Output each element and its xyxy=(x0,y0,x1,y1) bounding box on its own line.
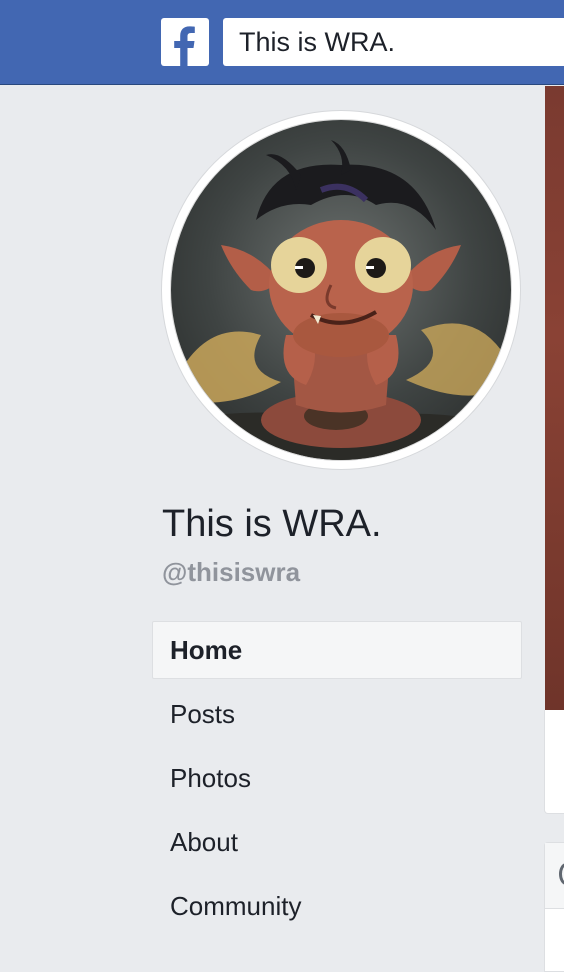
nav-item-posts[interactable]: Posts xyxy=(152,685,522,743)
facebook-logo-icon[interactable] xyxy=(161,18,209,66)
side-card-edge xyxy=(544,842,564,972)
nav-item-home[interactable]: Home xyxy=(152,621,522,679)
nav-item-photos[interactable]: Photos xyxy=(152,749,522,807)
page-username[interactable]: @thisiswra xyxy=(162,557,532,591)
page-title: This is WRA. xyxy=(162,503,382,545)
facebook-f-glyph xyxy=(174,26,195,66)
profile-picture-frame[interactable] xyxy=(162,111,520,469)
nav-item-community[interactable]: Community xyxy=(152,877,522,935)
card-header-glyph-icon xyxy=(559,863,564,885)
profile-picture[interactable] xyxy=(170,119,512,461)
cover-photo-edge[interactable] xyxy=(545,86,564,710)
side-card-header xyxy=(545,843,564,909)
top-bar xyxy=(0,0,564,85)
nav-item-about[interactable]: About xyxy=(152,813,522,871)
search-input[interactable] xyxy=(223,18,564,66)
page-actions-card-edge xyxy=(544,710,564,814)
goblin-avatar-illustration xyxy=(171,120,511,460)
